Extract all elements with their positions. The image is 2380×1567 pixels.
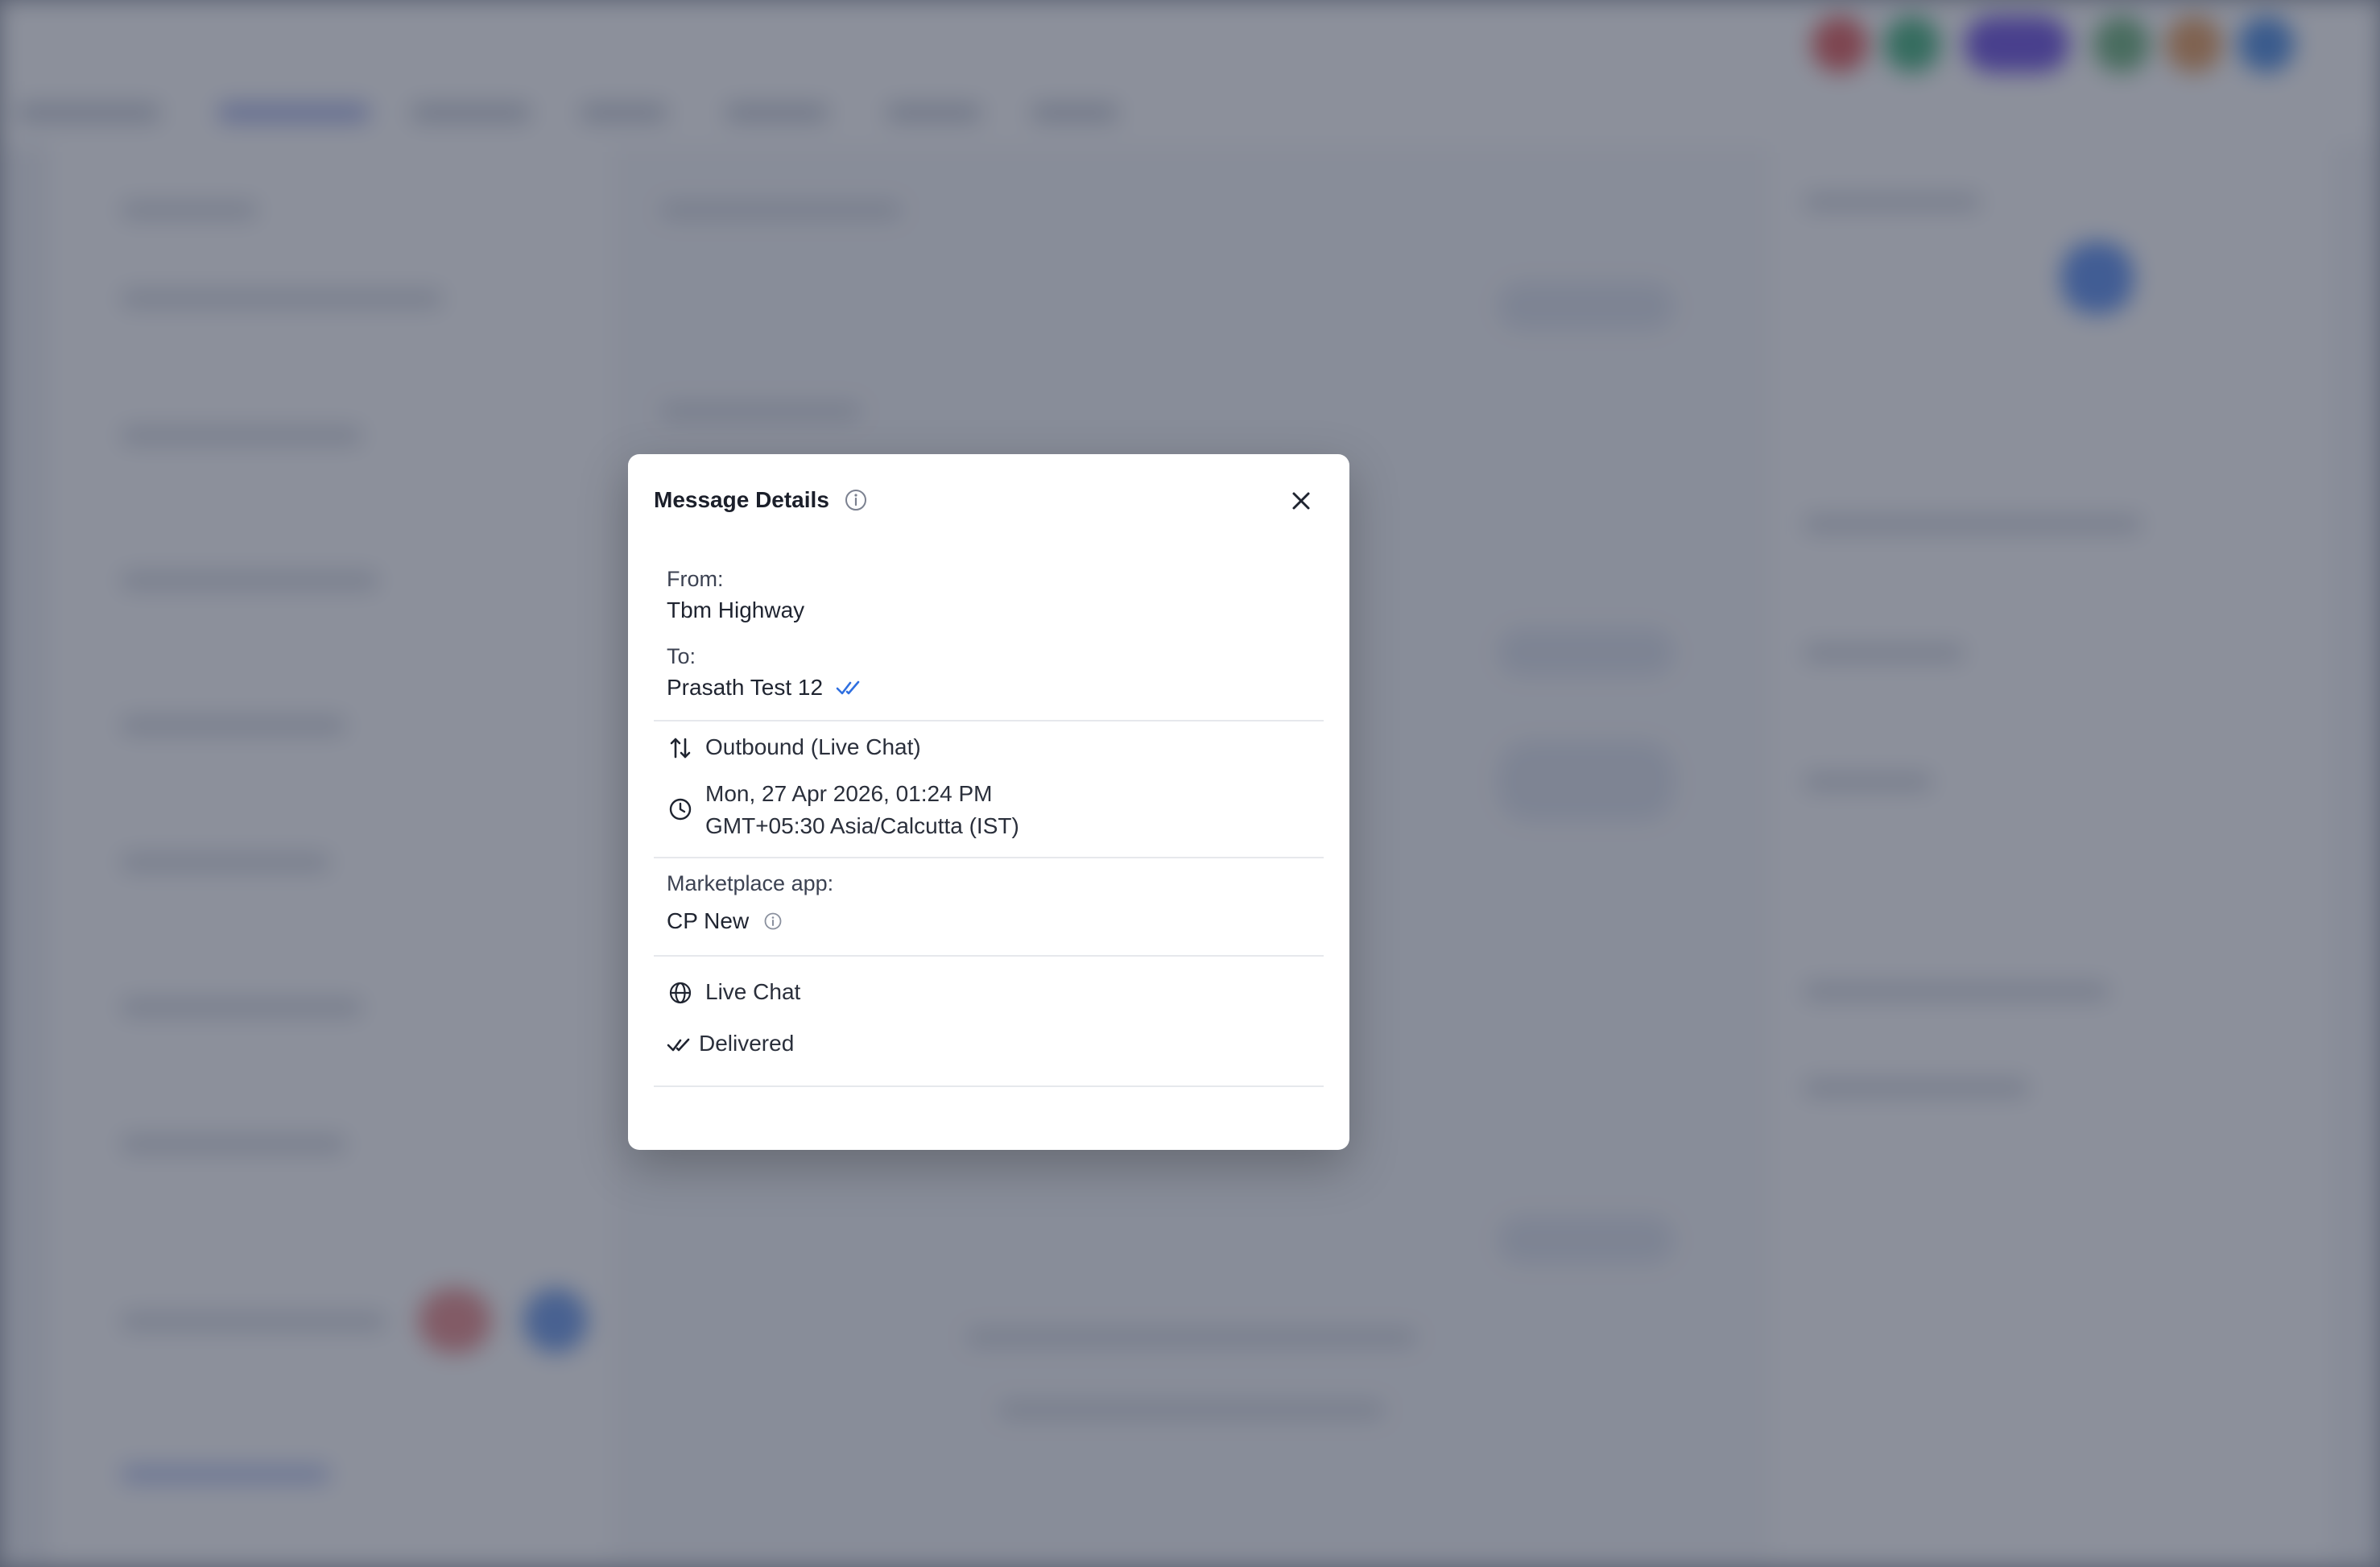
timestamp-row: Mon, 27 Apr 2026, 01:24 PM GMT+05:30 Asi… (667, 778, 1019, 842)
to-value: Prasath Test 12 (667, 675, 824, 700)
from-value: Tbm Highway (667, 597, 805, 622)
info-icon[interactable] (763, 912, 783, 931)
marketplace-section: Marketplace app: CP New (654, 857, 1324, 957)
channel-section: Live Chat Delivered (654, 955, 1324, 1087)
close-icon (1292, 492, 1310, 510)
direction-text: Outbound (Live Chat) (705, 734, 921, 759)
marketplace-row: CP New (667, 908, 783, 934)
close-button[interactable] (1285, 485, 1317, 517)
to-row: Prasath Test 12 (667, 675, 862, 701)
marketplace-label: Marketplace app: (667, 871, 834, 895)
from-label: From: (667, 567, 724, 591)
timestamp-text: Mon, 27 Apr 2026, 01:24 PM GMT+05:30 Asi… (705, 778, 1019, 842)
to-label: To: (667, 644, 696, 668)
timestamp-timezone: GMT+05:30 Asia/Calcutta (IST) (705, 813, 1019, 838)
globe-icon (667, 979, 694, 1007)
meta-section: Outbound (Live Chat) Mon, 27 Apr 2026, 0… (654, 720, 1324, 858)
info-icon[interactable] (844, 488, 868, 512)
marketplace-value: CP New (667, 908, 750, 933)
message-details-modal: Message Details From: Tbm Highway To: Pr… (628, 454, 1349, 1150)
double-check-icon (836, 680, 860, 695)
swap-vertical-icon (667, 734, 694, 762)
clock-icon (667, 796, 694, 823)
status-row: Delivered (667, 1031, 794, 1058)
channel-row: Live Chat (667, 979, 800, 1007)
double-check-icon (667, 1031, 691, 1058)
participants-section: From: Tbm Highway To: Prasath Test 12 (654, 551, 1324, 721)
modal-header: Message Details (654, 480, 1324, 520)
channel-text: Live Chat (705, 979, 801, 1004)
status-text: Delivered (699, 1031, 795, 1056)
direction-row: Outbound (Live Chat) (667, 734, 921, 762)
modal-title: Message Details (654, 487, 829, 512)
timestamp-date: Mon, 27 Apr 2026, 01:24 PM (705, 781, 993, 806)
